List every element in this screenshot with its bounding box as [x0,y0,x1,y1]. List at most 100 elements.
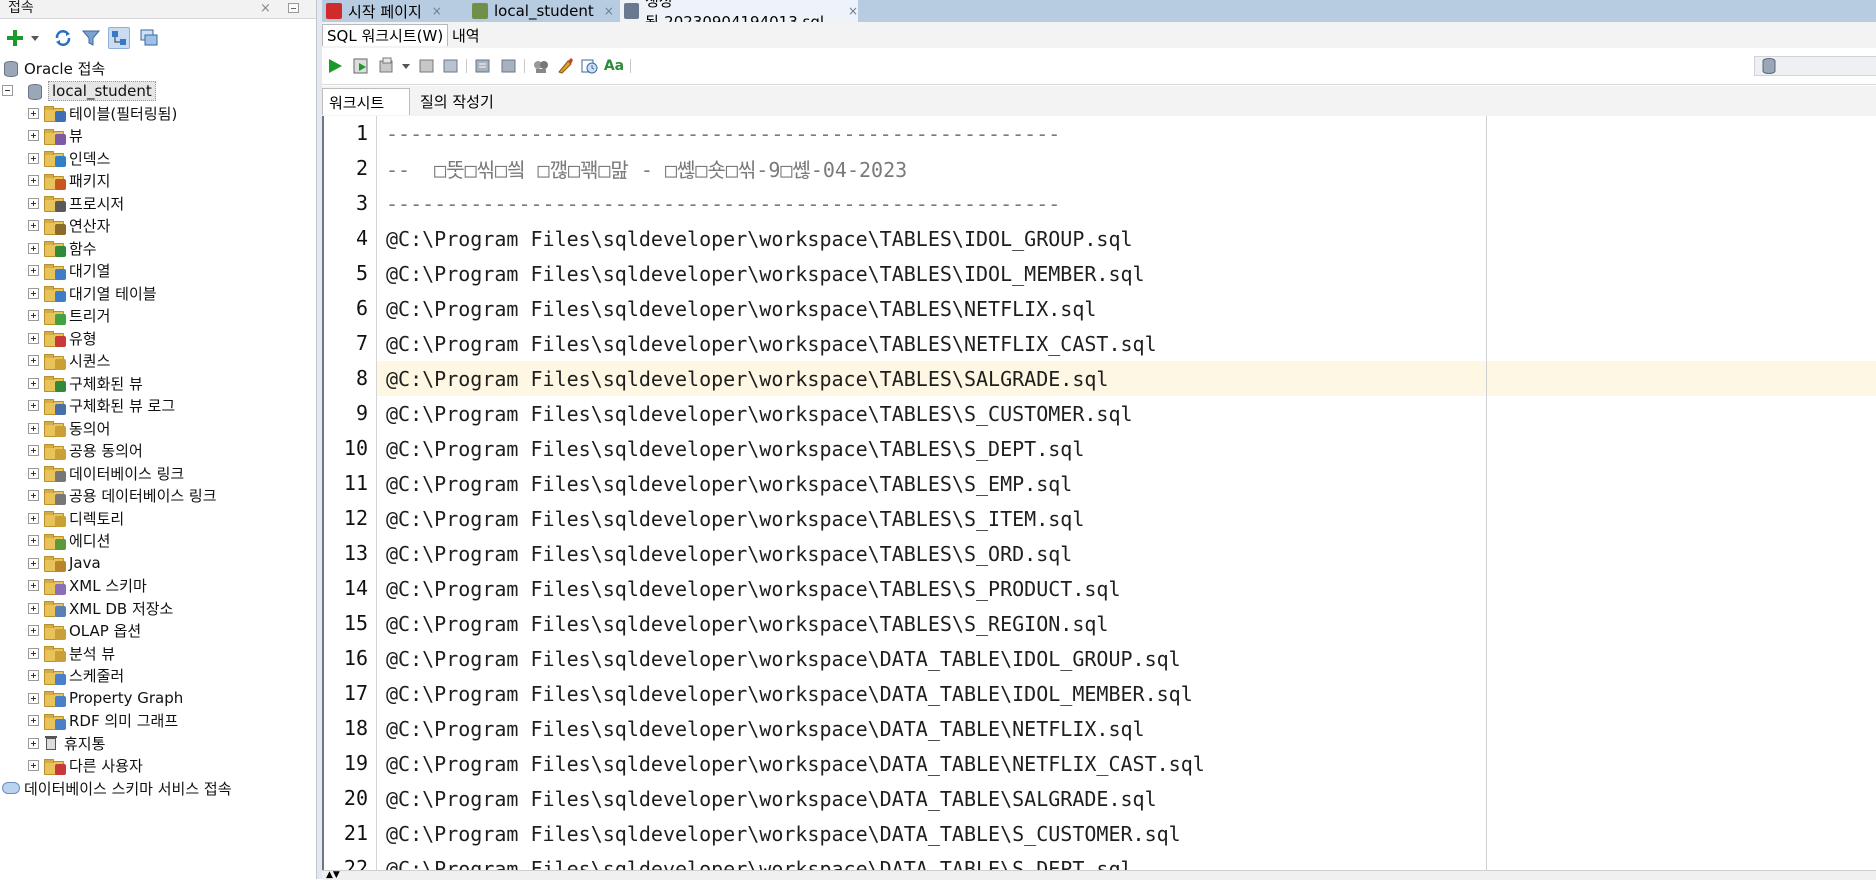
code-line[interactable]: @C:\Program Files\sqldeveloper\workspace… [386,501,1084,536]
schema-browser-icon[interactable] [108,27,130,49]
tree-node[interactable]: 데이터베이스 링크 [28,462,184,484]
expand-icon[interactable] [28,467,39,479]
tree-node[interactable]: 대기열 [28,260,110,282]
expand-icon[interactable] [28,512,39,524]
tree-node[interactable]: 스케줄러 [28,665,124,687]
expand-icon[interactable] [28,400,39,411]
code-line[interactable]: @C:\Program Files\sqldeveloper\workspace… [386,361,1108,396]
minimize-panel-icon[interactable] [288,3,299,13]
run-script-icon[interactable] [350,55,372,77]
expand-icon[interactable] [28,737,39,749]
explain-plan-icon[interactable] [472,55,494,77]
tree-node[interactable]: 트리거 [28,305,110,327]
expand-icon[interactable] [28,692,39,704]
tree-node[interactable]: Property Graph [28,687,183,709]
tree-node[interactable]: 공용 동의어 [28,440,143,462]
tab-history[interactable]: 내역 [448,24,484,46]
expand-icon[interactable] [28,107,39,119]
document-tab[interactable]: 생성됨-20230904194013.sql× [620,0,858,31]
format-case-icon[interactable]: Aa [602,55,626,77]
autotrace-icon[interactable] [498,55,520,77]
tree-node[interactable]: 공용 데이터베이스 링크 [28,485,217,507]
code-line[interactable]: ----------------------------------------… [386,186,1060,221]
code-line[interactable]: @C:\Program Files\sqldeveloper\workspace… [386,536,1072,571]
code-line[interactable]: @C:\Program Files\sqldeveloper\workspace… [386,746,1205,781]
commit-icon[interactable] [376,55,398,77]
tree-node[interactable]: 유형 [28,327,97,349]
close-panel-icon[interactable]: × [260,0,271,17]
expand-icon[interactable] [28,242,39,254]
document-tab[interactable]: local_student × [468,0,616,22]
code-line[interactable]: @C:\Program Files\sqldeveloper\workspace… [386,676,1193,711]
tree-node[interactable]: 함수 [28,237,97,259]
tree-node[interactable]: 연산자 [28,215,110,237]
tab-worksheet[interactable]: 워크시트 [322,88,410,115]
expand-icon[interactable] [28,197,39,209]
code-line[interactable]: ----------------------------------------… [386,116,1060,151]
close-tab-icon[interactable]: × [432,4,442,18]
history-icon[interactable] [578,55,600,77]
code-line[interactable]: @C:\Program Files\sqldeveloper\workspace… [386,641,1181,676]
code-line[interactable]: @C:\Program Files\sqldeveloper\workspace… [386,431,1084,466]
filter-icon[interactable] [80,27,102,49]
expand-icon[interactable] [28,580,39,591]
add-connection-icon[interactable] [4,27,26,49]
tree-node[interactable]: 데이터베이스 스키마 서비스 접속 [2,777,232,799]
code-line[interactable]: @C:\Program Files\sqldeveloper\workspace… [386,466,1072,501]
expand-icon[interactable] [28,355,39,366]
tree-node[interactable]: 분석 뷰 [28,642,115,664]
expand-icon[interactable] [28,422,39,434]
code-line[interactable]: @C:\Program Files\sqldeveloper\workspace… [386,851,1133,871]
tree-node[interactable]: Oracle 접속 [2,57,105,79]
tree-node[interactable]: RDF 의미 그래프 [28,710,178,732]
expand-icon[interactable] [28,670,39,681]
tree-node[interactable]: 구체화된 뷰 [28,372,143,394]
code-line[interactable]: @C:\Program Files\sqldeveloper\workspace… [386,256,1145,291]
code-line[interactable]: @C:\Program Files\sqldeveloper\workspace… [386,571,1121,606]
code-line[interactable]: @C:\Program Files\sqldeveloper\workspace… [386,606,1108,641]
tree-node[interactable]: Java [28,552,101,574]
expand-icon[interactable] [28,715,39,726]
unshared-worksheet-icon[interactable] [440,55,462,77]
expand-icon[interactable] [28,760,39,771]
tree-node[interactable]: 시퀀스 [28,350,110,372]
expand-icon[interactable] [28,445,39,456]
refresh-icon[interactable] [52,27,74,49]
tree-node[interactable]: XML DB 저장소 [28,597,173,619]
expand-icon[interactable] [28,535,39,546]
expand-icon[interactable] [28,287,39,299]
close-tab-icon[interactable]: × [604,4,614,18]
tree-node[interactable]: 테이블(필터링됨) [28,102,177,124]
expand-icon[interactable] [28,377,39,389]
tree-node[interactable]: 대기열 테이블 [28,282,157,304]
code-line[interactable]: @C:\Program Files\sqldeveloper\workspace… [386,711,1145,746]
tree-node[interactable]: XML 스키마 [28,575,147,597]
dropdown-arrow-icon[interactable] [400,55,412,77]
rollback-icon[interactable] [416,55,438,77]
code-line[interactable]: -- □뚯□씪□씤 □깮□꽦□맖 - □쏂□숏□씪-9□쏂-04-2023 [386,151,907,186]
clear-icon[interactable] [554,55,576,77]
tree-node[interactable]: 뷰 [28,125,83,147]
run-statement-icon[interactable] [324,55,346,77]
sql-editor[interactable]: 1 2 3 4 5 6 7 8 9 10 11 12 13 14 15 16 17 18 19 20 21 22 ----… [322,116,1876,870]
tree-node[interactable]: 에디션 [28,530,110,552]
tree-node[interactable]: 다른 사용자 [28,755,143,777]
code-line[interactable]: @C:\Program Files\sqldeveloper\workspace… [386,326,1157,361]
expand-icon[interactable] [28,175,39,186]
code-line[interactable]: @C:\Program Files\sqldeveloper\workspace… [386,291,1096,326]
expand-icon[interactable] [28,152,39,164]
expand-icon[interactable] [28,130,39,141]
connection-group-icon[interactable] [138,27,160,49]
code-line[interactable]: @C:\Program Files\sqldeveloper\workspace… [386,221,1133,256]
collapse-icon[interactable] [2,85,13,96]
code-line[interactable]: @C:\Program Files\sqldeveloper\workspace… [386,396,1133,431]
expand-icon[interactable] [28,490,39,501]
expand-icon[interactable] [28,265,39,276]
dropdown-arrow-icon[interactable] [28,27,42,49]
tab-sql-worksheet[interactable]: SQL 워크시트(W) [322,24,449,46]
expand-icon[interactable] [28,310,39,321]
sql-tuning-icon[interactable] [530,55,552,77]
expand-icon[interactable] [28,647,39,659]
tree-node[interactable]: 패키지 [28,170,110,192]
close-tab-icon[interactable]: × [848,4,858,18]
